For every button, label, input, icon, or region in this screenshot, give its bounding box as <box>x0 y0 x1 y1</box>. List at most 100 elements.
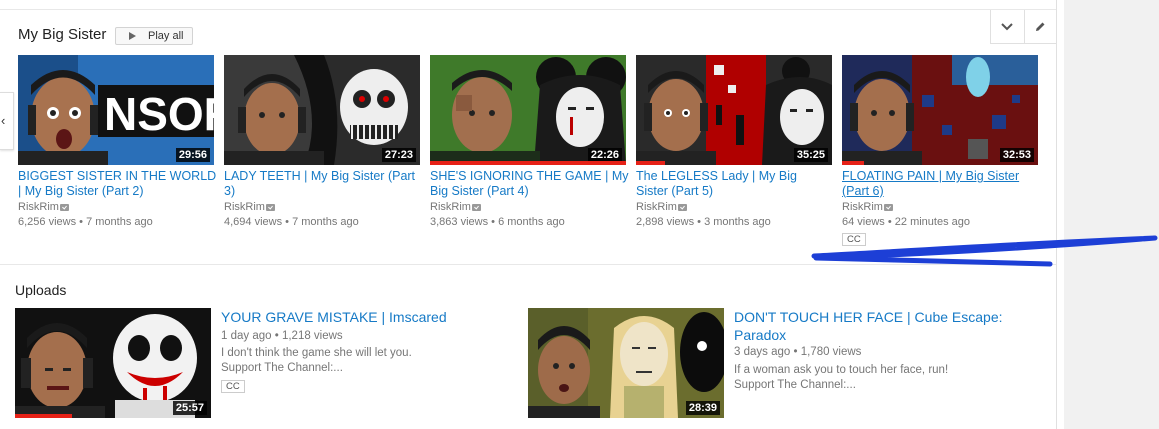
upload-age: 7 months ago <box>292 216 359 228</box>
meta-separator: • <box>79 216 84 228</box>
view-count: 3,863 views <box>430 216 489 228</box>
video-title-link[interactable]: The LEGLESS Lady | My Big Sister (Part 5… <box>636 169 838 199</box>
meta-separator: • <box>793 346 798 358</box>
video-title-line: FLOATING PAIN | My Big Sister <box>842 169 1020 183</box>
video-thumbnail[interactable]: 27:23 <box>224 55 420 165</box>
video-meta: 64 views • 22 minutes ago <box>842 216 970 228</box>
video-title-link[interactable]: BIGGEST SISTER IN THE WORLD | My Big Sis… <box>18 169 220 199</box>
upload-age: 1 day ago <box>221 330 272 342</box>
description-line: Support The Channel:... <box>734 379 856 391</box>
video-title-line: | My Big Sister (Part 2) <box>18 184 144 198</box>
watch-progress-bar <box>842 161 864 165</box>
view-count: 2,898 views <box>636 216 695 228</box>
annotation-scribble <box>811 235 1158 267</box>
video-thumbnail[interactable]: 28:39 <box>528 308 724 418</box>
view-count: 64 views <box>842 216 885 228</box>
video-meta: 6,256 views • 7 months ago <box>18 216 153 228</box>
video-title-line: Sister (Part 5) <box>636 184 714 198</box>
verified-icon <box>677 203 687 211</box>
verified-icon <box>59 203 69 211</box>
video-title-line: 3) <box>224 184 236 198</box>
meta-separator: • <box>697 216 702 228</box>
video-meta: 2,898 views • 3 months ago <box>636 216 771 228</box>
description-line: If a woman ask you to touch her face, ru… <box>734 364 949 376</box>
channel-label: RiskRim <box>18 201 59 213</box>
shelf-tools <box>990 10 1057 44</box>
channel-label: RiskRim <box>224 201 265 213</box>
video-title-line: SHE'S IGNORING THE GAME | My <box>430 169 629 183</box>
video-meta: 1 day ago • 1,218 views <box>221 330 343 342</box>
view-count: 4,694 views <box>224 216 283 228</box>
shelf-title[interactable]: My Big Sister <box>18 26 106 43</box>
video-duration: 22:26 <box>587 148 622 162</box>
video-thumbnail[interactable]: 35:25 <box>636 55 832 165</box>
video-title-link[interactable]: SHE'S IGNORING THE GAME | My Big Sister … <box>430 169 632 199</box>
chevron-down-icon[interactable] <box>991 10 1024 43</box>
watch-progress-bar <box>430 161 626 165</box>
video-duration: 32:53 <box>999 148 1034 162</box>
video-title-line: DON'T TOUCH HER FACE | Cube Escape: <box>734 309 1003 325</box>
watch-progress-bar <box>636 161 666 165</box>
video-title-line: (Part 6) <box>842 184 884 198</box>
shelf-scroll-left-icon[interactable]: ‹ <box>0 92 14 150</box>
upload-age: 7 months ago <box>86 216 153 228</box>
pencil-icon[interactable] <box>1023 10 1057 43</box>
closed-captions-badge: CC <box>221 380 245 393</box>
video-duration: 27:23 <box>381 148 416 162</box>
page-scrollbar[interactable] <box>1056 0 1064 429</box>
uploads-title[interactable]: Uploads <box>15 282 66 298</box>
channel-name[interactable]: RiskRim <box>224 201 275 213</box>
channel-label: RiskRim <box>842 201 883 213</box>
channel-content-panel: ‹ My Big Sister Play all NSORE <box>0 0 1057 429</box>
channel-name[interactable]: RiskRim <box>18 201 69 213</box>
video-thumbnail[interactable]: 22:26 <box>430 55 626 165</box>
video-title-link[interactable]: YOUR GRAVE MISTAKE | Imscared <box>221 308 447 326</box>
upload-age: 6 months ago <box>498 216 565 228</box>
video-thumbnail[interactable]: NSORE 29:56 <box>18 55 214 165</box>
panel-top-border <box>0 9 1056 10</box>
play-icon <box>129 32 136 40</box>
upload-age: 3 months ago <box>704 216 771 228</box>
video-title-line: BIGGEST SISTER IN THE WORLD <box>18 169 217 183</box>
channel-name[interactable]: RiskRim <box>842 201 893 213</box>
watch-progress-bar <box>15 414 72 418</box>
verified-icon <box>883 203 893 211</box>
video-title-link[interactable]: DON'T TOUCH HER FACE | Cube Escape: Para… <box>734 308 1003 344</box>
video-duration: 28:39 <box>685 401 720 415</box>
channel-label: RiskRim <box>430 201 471 213</box>
channel-name[interactable]: RiskRim <box>636 201 687 213</box>
video-meta: 4,694 views • 7 months ago <box>224 216 359 228</box>
video-title-link[interactable]: FLOATING PAIN | My Big Sister (Part 6) <box>842 169 1044 199</box>
video-meta: 3 days ago • 1,780 views <box>734 346 861 358</box>
svg-text:NSORE: NSORE <box>104 88 214 140</box>
video-title-line: The LEGLESS Lady | My Big <box>636 169 797 183</box>
upload-age: 22 minutes ago <box>894 216 970 228</box>
view-count: 1,780 views <box>800 346 862 358</box>
view-count: 6,256 views <box>18 216 77 228</box>
channel-name[interactable]: RiskRim <box>430 201 481 213</box>
upload-age: 3 days ago <box>734 346 791 358</box>
description-line: I don't think the game she will let you. <box>221 347 412 359</box>
meta-separator: • <box>491 216 496 228</box>
verified-icon <box>265 203 275 211</box>
video-title-line: Big Sister (Part 4) <box>430 184 529 198</box>
video-description: I don't think the game she will let you.… <box>221 346 412 376</box>
view-count: 1,218 views <box>281 330 343 342</box>
video-title-line: LADY TEETH | My Big Sister (Part <box>224 169 416 183</box>
description-line: Support The Channel:... <box>221 362 343 374</box>
video-description: If a woman ask you to touch her face, ru… <box>734 363 948 393</box>
video-duration: 29:56 <box>175 148 210 162</box>
channel-label: RiskRim <box>636 201 677 213</box>
meta-separator: • <box>285 216 290 228</box>
video-title-link[interactable]: LADY TEETH | My Big Sister (Part 3) <box>224 169 426 199</box>
meta-separator: • <box>887 216 892 228</box>
video-thumbnail[interactable]: 25:57 <box>15 308 211 418</box>
page: ‹ My Big Sister Play all NSORE <box>0 0 1159 429</box>
video-thumbnail[interactable]: 32:53 <box>842 55 1038 165</box>
play-all-button[interactable]: Play all <box>115 27 193 45</box>
video-duration: 25:57 <box>172 401 207 415</box>
meta-separator: • <box>274 330 279 342</box>
video-duration: 35:25 <box>793 148 828 162</box>
video-meta: 3,863 views • 6 months ago <box>430 216 565 228</box>
play-all-label: Play all <box>148 30 184 42</box>
